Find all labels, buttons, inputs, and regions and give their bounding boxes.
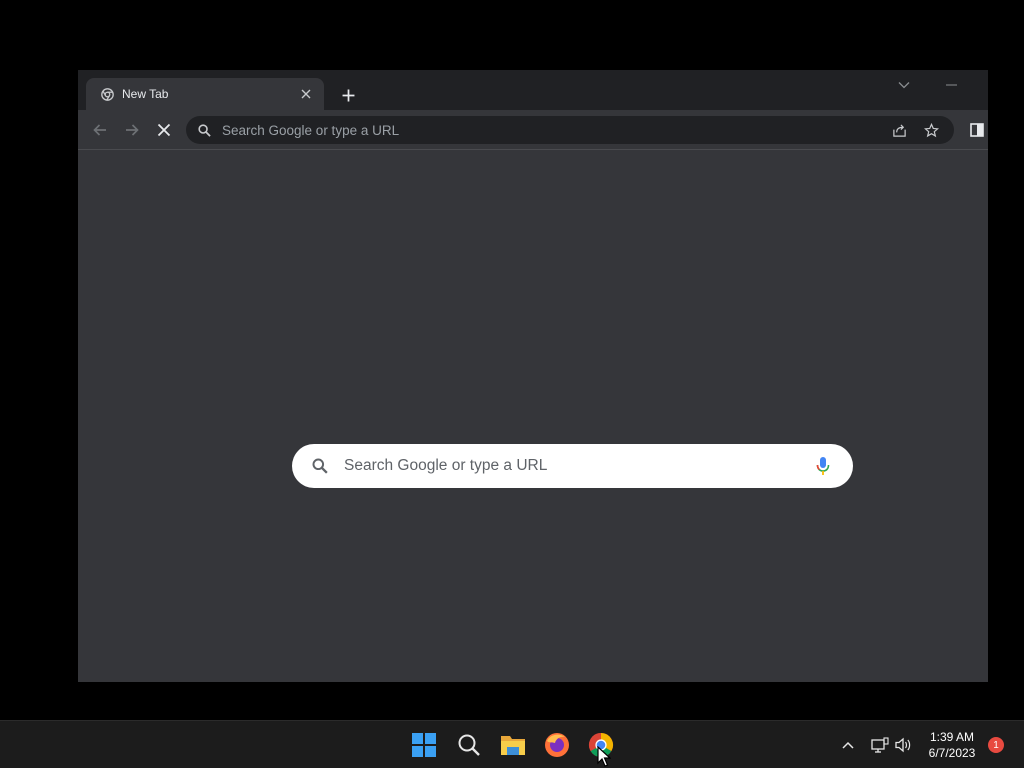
arrow-left-icon[interactable] — [88, 118, 112, 142]
toolbar — [78, 110, 988, 150]
title-bar: New Tab — [78, 70, 988, 110]
chevron-up-icon[interactable] — [838, 735, 858, 755]
search-icon — [312, 457, 330, 475]
tab-new-tab[interactable]: New Tab — [86, 78, 324, 110]
network-icon[interactable] — [870, 735, 890, 755]
taskbar: 1:39 AM 6/7/2023 1 — [0, 720, 1024, 768]
chrome-window: New Tab — [78, 70, 988, 682]
side-panel-icon[interactable] — [970, 120, 988, 140]
firefox-icon[interactable] — [543, 731, 571, 759]
arrow-right-icon[interactable] — [120, 118, 144, 142]
close-icon[interactable] — [298, 86, 314, 102]
share-icon[interactable] — [888, 119, 910, 141]
address-input[interactable] — [222, 122, 878, 138]
plus-icon[interactable] — [337, 84, 359, 106]
clock-time: 1:39 AM — [929, 730, 975, 744]
volume-icon[interactable] — [893, 735, 913, 755]
clock-date: 6/7/2023 — [928, 746, 976, 760]
mouse-cursor-icon — [597, 746, 611, 767]
search-icon[interactable] — [455, 731, 483, 759]
notification-badge[interactable]: 1 — [988, 737, 1004, 753]
star-icon[interactable] — [920, 119, 942, 141]
microphone-icon[interactable] — [813, 454, 833, 478]
chevron-down-icon[interactable] — [894, 76, 914, 94]
chrome-icon — [100, 87, 114, 101]
ntp-search-box[interactable] — [292, 444, 853, 488]
system-clock[interactable]: 1:39 AM 6/7/2023 — [920, 729, 984, 761]
new-tab-page — [78, 150, 988, 682]
ntp-search-input[interactable] — [344, 457, 813, 475]
windows-start-icon[interactable] — [410, 731, 438, 759]
minimize-icon[interactable] — [938, 76, 964, 94]
address-bar[interactable] — [186, 116, 954, 144]
file-explorer-icon[interactable] — [499, 731, 527, 759]
stop-loading-icon[interactable] — [152, 118, 176, 142]
tab-title: New Tab — [122, 87, 169, 101]
search-icon — [198, 123, 212, 137]
